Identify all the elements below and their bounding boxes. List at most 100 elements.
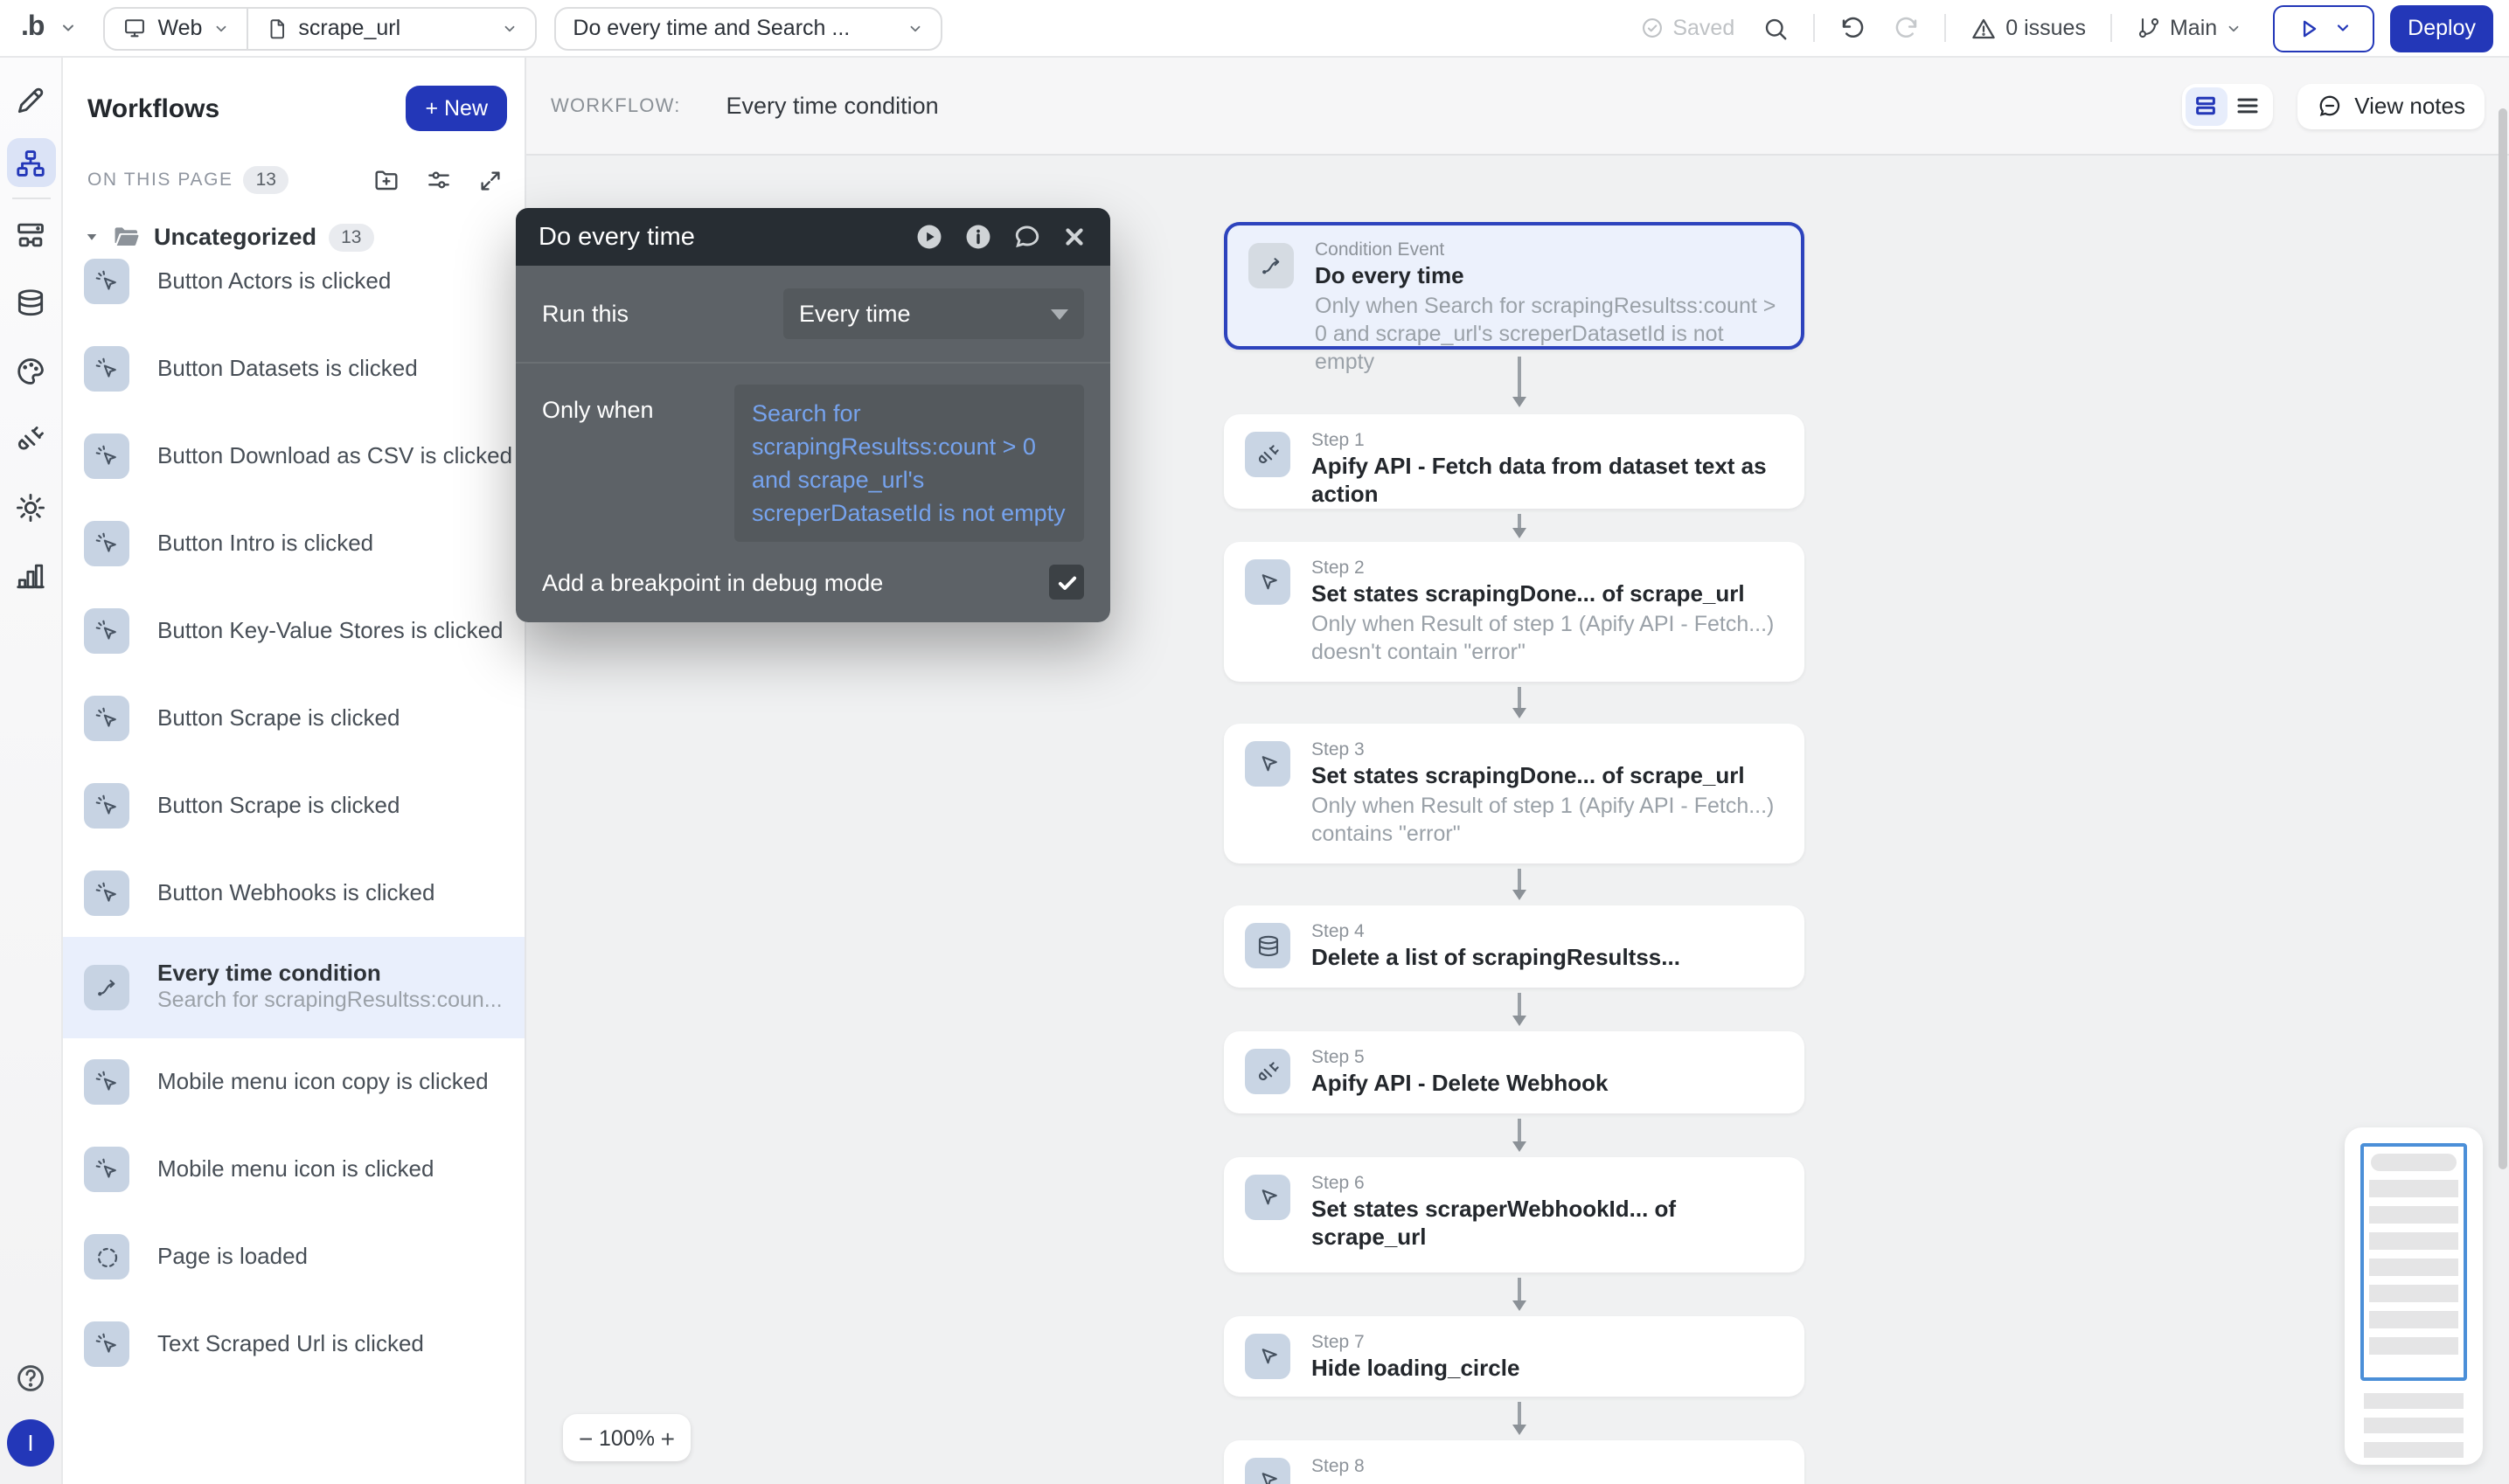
minimap-viewport[interactable] — [2360, 1143, 2467, 1381]
modal-title: Do every time — [539, 223, 695, 251]
data-tab[interactable] — [6, 278, 55, 327]
workflow-tree-icon — [14, 146, 47, 179]
workflow-item-label: Button Intro is clicked — [157, 530, 373, 557]
workflow-item[interactable]: Button Scrape is clicked — [63, 675, 525, 762]
step-8-card[interactable]: Step 8 — [1224, 1440, 1804, 1484]
step-title: Hide loading_circle — [1311, 1355, 1780, 1382]
workflow-item[interactable]: Button Webhooks is clicked — [63, 849, 525, 937]
workflow-item-label: Button Scrape is clicked — [157, 792, 400, 819]
flow-arrow — [1511, 1402, 1528, 1435]
workflow-item[interactable]: Button Actors is clicked — [63, 238, 525, 325]
redo-icon — [1894, 15, 1920, 41]
only-when-condition[interactable]: Search for scrapingResultss:count > 0 an… — [734, 385, 1084, 542]
step-2-card[interactable]: Step 2 Set states scrapingDone... of scr… — [1224, 542, 1804, 682]
step-kind: Condition Event — [1315, 238, 1776, 262]
cards-view-button[interactable] — [2185, 87, 2227, 125]
new-workflow-button[interactable]: + New — [406, 86, 507, 131]
cursor-click-icon — [84, 433, 129, 479]
minimap-node — [2369, 1206, 2458, 1224]
issues-button[interactable]: 0 issues — [1956, 15, 2100, 41]
minimap-node — [2371, 1154, 2457, 1171]
modal-body: Run this Every time Only when Search for… — [516, 266, 1110, 622]
close-icon[interactable] — [1061, 224, 1088, 250]
logs-tab[interactable] — [6, 551, 55, 600]
minimap-node — [2364, 1442, 2464, 1458]
redo-button[interactable] — [1880, 15, 1934, 41]
help-button[interactable] — [6, 1353, 55, 1402]
design-tab[interactable] — [6, 75, 55, 124]
condition-event-icon — [84, 965, 129, 1010]
platform-dropdown[interactable]: Web — [105, 8, 246, 48]
search-button[interactable] — [1748, 15, 1803, 41]
plugins-tab[interactable] — [6, 414, 55, 463]
workflow-item-selected[interactable]: Every time condition Search for scraping… — [63, 937, 525, 1038]
bubble-logo[interactable]: .b — [21, 12, 44, 44]
flow-arrow — [1511, 514, 1528, 538]
run-icon[interactable] — [914, 222, 944, 252]
divider — [1944, 14, 1946, 42]
run-this-dropdown[interactable]: Every time — [783, 288, 1084, 339]
zoom-out-button[interactable]: − — [579, 1424, 593, 1452]
expand-icon[interactable] — [477, 167, 504, 193]
filter-sliders-icon[interactable] — [425, 166, 453, 194]
cursor-click-icon — [84, 696, 129, 741]
list-view-button[interactable] — [2227, 87, 2269, 125]
zoom-in-button[interactable]: + — [661, 1424, 675, 1452]
condition-event-icon — [1248, 243, 1294, 288]
minimap-node — [2369, 1337, 2458, 1355]
step-title: Set states scraperWebhookId... of scrape… — [1311, 1196, 1780, 1250]
deploy-button[interactable]: Deploy — [2390, 4, 2493, 52]
left-icon-rail: I — [0, 58, 63, 1484]
flow-arrow — [1511, 357, 1528, 407]
condition-event-card[interactable]: Condition Event Do every time Only when … — [1224, 222, 1804, 350]
undo-button[interactable] — [1825, 15, 1880, 41]
workflow-item[interactable]: Button Datasets is clicked — [63, 325, 525, 413]
styles-tab[interactable] — [6, 346, 55, 395]
page-label: scrape_url — [298, 16, 400, 40]
user-avatar[interactable]: I — [7, 1419, 54, 1467]
branch-menu[interactable]: Main — [2123, 16, 2255, 40]
workflow-item[interactable]: Button Scrape is clicked — [63, 762, 525, 849]
workflow-item[interactable]: Button Intro is clicked — [63, 500, 525, 587]
workflow-item[interactable]: Button Key-Value Stores is clicked — [63, 587, 525, 675]
panel-title: Workflows — [87, 94, 219, 123]
pencil-icon — [14, 83, 47, 116]
minimap-node — [2364, 1393, 2464, 1409]
step-6-card[interactable]: Step 6 Set states scraperWebhookId... of… — [1224, 1157, 1804, 1272]
minimap[interactable] — [2345, 1127, 2483, 1465]
workflow-item[interactable]: Button Download as CSV is clicked — [63, 413, 525, 500]
flow-arrow — [1511, 993, 1528, 1026]
step-4-card[interactable]: Step 4 Delete a list of scrapingResultss… — [1224, 905, 1804, 988]
settings-tab[interactable] — [6, 482, 55, 531]
step-5-card[interactable]: Step 5 Apify API - Delete Webhook — [1224, 1031, 1804, 1113]
workflow-item[interactable]: Mobile menu icon is clicked — [63, 1126, 525, 1213]
components-tab[interactable] — [6, 210, 55, 259]
components-icon — [14, 218, 47, 251]
step-kind: Step 8 — [1311, 1454, 1780, 1479]
workflow-item[interactable]: Page is loaded — [63, 1213, 525, 1300]
workflow-dropdown[interactable]: Do every time and Search ... — [553, 6, 942, 50]
step-1-card[interactable]: Step 1 Apify API - Fetch data from datas… — [1224, 414, 1804, 509]
preview-button[interactable] — [2273, 4, 2374, 52]
folder-plus-icon[interactable] — [372, 166, 400, 194]
monitor-icon — [122, 16, 147, 40]
minimap-node — [2364, 1418, 2464, 1433]
chevron-down-icon — [907, 20, 922, 36]
divider — [516, 362, 1110, 364]
view-notes-button[interactable]: View notes — [2297, 83, 2485, 128]
comment-icon[interactable] — [1012, 222, 1042, 252]
step-3-card[interactable]: Step 3 Set states scrapingDone... of scr… — [1224, 724, 1804, 863]
logo-chevron-down-icon[interactable] — [59, 19, 77, 37]
workflow-tab[interactable] — [6, 138, 55, 187]
step-7-card[interactable]: Step 7 Hide loading_circle — [1224, 1316, 1804, 1397]
canvas-scrollbar-thumb[interactable] — [2499, 108, 2507, 1169]
workflow-item[interactable]: Text Scraped Url is clicked — [63, 1300, 525, 1388]
modal-header[interactable]: Do every time — [516, 208, 1110, 266]
breakpoint-checkbox[interactable] — [1049, 565, 1084, 600]
page-dropdown[interactable]: scrape_url — [247, 8, 534, 48]
cursor-icon — [1245, 741, 1290, 787]
run-this-label: Run this — [542, 301, 629, 327]
workflow-item[interactable]: Mobile menu icon copy is clicked — [63, 1038, 525, 1126]
chevron-down-icon — [212, 20, 228, 36]
info-icon[interactable] — [963, 222, 993, 252]
